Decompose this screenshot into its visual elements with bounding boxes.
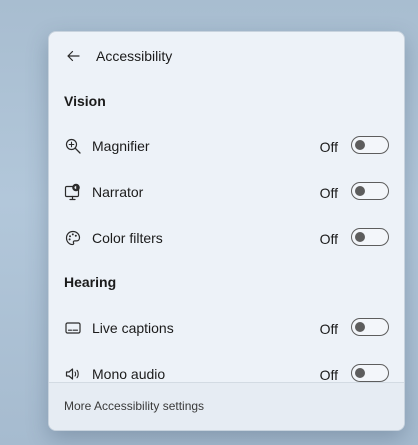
more-accessibility-settings-link[interactable]: More Accessibility settings (64, 399, 204, 413)
magnifier-label: Magnifier (92, 138, 150, 154)
narrator-toggle[interactable] (351, 182, 389, 200)
color-filters-label: Color filters (92, 230, 163, 246)
section-title-hearing: Hearing (64, 274, 117, 290)
mono-audio-state: Off (319, 367, 338, 383)
toggle-knob (355, 140, 365, 150)
magnifier-toggle[interactable] (351, 136, 389, 154)
narrator-icon (64, 183, 82, 201)
toggle-knob (355, 232, 365, 242)
mono-audio-label: Mono audio (92, 366, 166, 382)
toggle-knob (355, 368, 365, 378)
magnifier-icon (64, 137, 82, 155)
live-captions-toggle[interactable] (351, 318, 389, 336)
setting-row-color-filters[interactable]: Color filters Off (49, 218, 404, 258)
setting-row-magnifier[interactable]: Magnifier Off (49, 126, 404, 166)
toggle-knob (355, 322, 365, 332)
accessibility-flyout: Accessibility Vision Magnifier Off Narra… (48, 31, 405, 431)
flyout-header: Accessibility (49, 32, 404, 80)
live-captions-state: Off (319, 321, 338, 337)
setting-row-live-captions[interactable]: Live captions Off (49, 308, 404, 348)
live-captions-label: Live captions (92, 320, 174, 336)
back-button[interactable] (61, 44, 85, 68)
color-filters-state: Off (319, 231, 338, 247)
color-filters-toggle[interactable] (351, 228, 389, 246)
narrator-state: Off (319, 185, 338, 201)
mono-audio-icon (64, 365, 82, 383)
setting-row-narrator[interactable]: Narrator Off (49, 172, 404, 212)
toggle-knob (355, 186, 365, 196)
narrator-label: Narrator (92, 184, 144, 200)
back-arrow-icon (65, 48, 81, 64)
mono-audio-toggle[interactable] (351, 364, 389, 382)
live-captions-icon (64, 319, 82, 337)
flyout-footer: More Accessibility settings (49, 382, 404, 430)
section-title-vision: Vision (64, 93, 106, 109)
page-title: Accessibility (96, 48, 173, 64)
color-filters-icon (64, 229, 82, 247)
magnifier-state: Off (319, 139, 338, 155)
